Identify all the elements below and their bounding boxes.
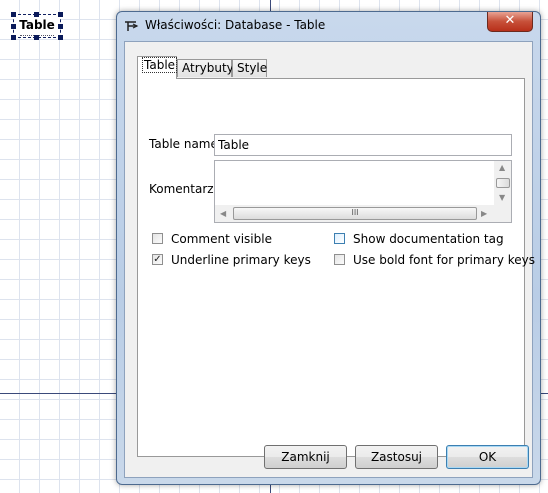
resize-handle[interactable] [11, 24, 16, 29]
checkbox-label: Show documentation tag [353, 232, 504, 246]
canvas-table-label: Table [19, 18, 55, 32]
resize-handle[interactable] [11, 35, 16, 40]
table-app-icon [125, 21, 139, 31]
resize-handle[interactable] [58, 35, 63, 40]
vertical-scrollbar[interactable]: ▲ ▼ [494, 161, 511, 205]
close-icon: ✕ [504, 13, 516, 28]
scroll-down-icon[interactable]: ▼ [499, 193, 505, 202]
title-bar[interactable]: Właściwości: Database - Table ✕ [117, 12, 540, 40]
canvas-table-element[interactable]: Table [11, 12, 63, 40]
table-name-label: Table name: [149, 137, 222, 151]
scroll-corner [494, 205, 511, 222]
tab-atrybuty[interactable]: Atrybuty [177, 59, 234, 77]
checkbox-box[interactable] [334, 254, 345, 265]
resize-handle[interactable] [58, 12, 63, 17]
resize-handle[interactable] [11, 12, 16, 17]
scroll-thumb[interactable]: III [233, 207, 477, 220]
checkbox-box[interactable]: ✓ [152, 254, 163, 265]
resize-handle[interactable] [58, 24, 63, 29]
button-label: Zamknij [281, 450, 330, 464]
button-label: Zastosuj [370, 450, 423, 464]
checkbox-label: Use bold font for primary keys [353, 253, 535, 267]
comment-textarea[interactable]: ▲ ▼ ◀ III ▶ [214, 160, 512, 223]
scroll-up-icon[interactable]: ▲ [499, 163, 505, 172]
check-icon: ✓ [153, 254, 162, 265]
tab-style[interactable]: Style [232, 59, 267, 77]
button-label: OK [478, 450, 497, 464]
scroll-left-icon[interactable]: ◀ [220, 209, 226, 218]
tab-table[interactable]: Table [137, 56, 178, 79]
scroll-right-icon[interactable]: ▶ [481, 209, 487, 218]
checkbox-label: Comment visible [171, 232, 272, 246]
scroll-thumb[interactable] [496, 178, 510, 188]
close-window-button[interactable]: ✕ [487, 12, 533, 32]
scroll-grip-icon: III [351, 208, 359, 217]
properties-dialog: Właściwości: Database - Table ✕ Table At… [116, 11, 541, 485]
tab-label: Table [142, 57, 178, 73]
dialog-title: Właściwości: Database - Table [145, 18, 326, 32]
close-button[interactable]: Zamknij [264, 445, 347, 469]
tab-label: Atrybuty [182, 61, 234, 75]
table-name-input[interactable] [214, 134, 512, 156]
checkbox-box[interactable] [334, 233, 345, 244]
ok-button[interactable]: OK [446, 445, 529, 469]
dialog-body: Table Atrybuty Style Table name: Komenta… [124, 41, 535, 478]
comment-label: Komentarz: [149, 182, 218, 196]
checkbox-label: Underline primary keys [171, 253, 311, 267]
resize-handle[interactable] [34, 12, 39, 17]
tab-panel: Table name: Komentarz: ▲ ▼ ◀ III ▶ [137, 78, 535, 457]
apply-button[interactable]: Zastosuj [355, 445, 438, 469]
checkbox-box[interactable] [152, 233, 163, 244]
horizontal-scrollbar[interactable]: ◀ III ▶ [215, 205, 494, 222]
tab-label: Style [237, 61, 268, 75]
resize-handle[interactable] [34, 35, 39, 40]
